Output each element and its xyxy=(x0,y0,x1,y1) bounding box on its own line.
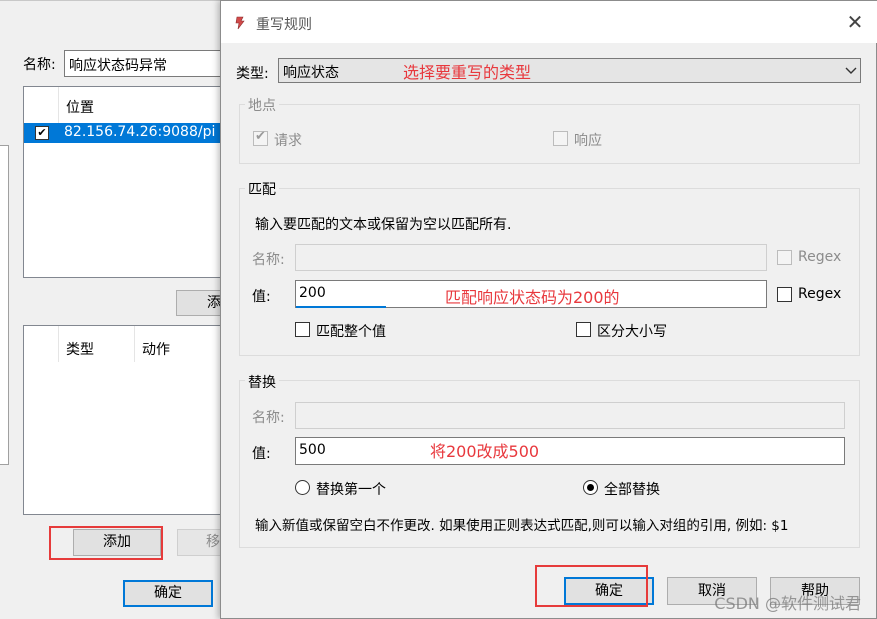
location-list[interactable]: 位置 ✔ 82.156.74.26:9088/pi xyxy=(23,86,233,278)
action-column-header[interactable]: 动作 xyxy=(142,339,170,359)
replace-hint: 输入新值或保留空白不作更改. 如果使用正则表达式匹配,则可以输入对组的引用, 例… xyxy=(255,518,789,534)
replace-all-label: 全部替换 xyxy=(604,482,660,498)
match-value-annotation: 匹配响应状态码为200的 xyxy=(445,288,620,307)
replace-name-input[interactable] xyxy=(295,402,845,429)
replace-value-label: 值: xyxy=(252,446,271,462)
replace-all-radio[interactable] xyxy=(583,480,598,495)
match-name-label: 名称: xyxy=(252,252,285,268)
type-select[interactable]: 响应状态 xyxy=(278,58,861,83)
type-annotation: 选择要重写的类型 xyxy=(403,63,532,82)
actions-list[interactable]: 类型 动作 xyxy=(23,325,233,515)
column-divider xyxy=(134,326,135,362)
match-hint: 输入要匹配的文本或保留为空以匹配所有. xyxy=(255,217,512,233)
highlight-box xyxy=(49,526,163,560)
focus-underline xyxy=(296,306,386,308)
chevron-down-icon xyxy=(845,67,857,74)
match-value-regex-label: Regex xyxy=(798,286,842,302)
rule-name-label: 名称: xyxy=(23,57,56,73)
dialog-titlebar xyxy=(221,1,877,43)
location-column-header[interactable]: 位置 xyxy=(66,97,94,117)
type-column-header[interactable]: 类型 xyxy=(66,339,94,359)
replace-first-radio[interactable] xyxy=(295,480,310,495)
watermark: CSDN @软件测试君 xyxy=(714,594,861,613)
left-pane-edge xyxy=(0,145,9,465)
location-group xyxy=(239,104,860,164)
background-ok-button[interactable]: 确定 xyxy=(123,580,213,607)
replace-value-annotation: 将200改成500 xyxy=(430,442,540,461)
request-checkbox[interactable]: ✔ xyxy=(253,129,268,146)
close-icon[interactable]: ✕ xyxy=(843,11,867,35)
location-row-text: 82.156.74.26:9088/pi xyxy=(64,124,216,140)
replace-group-title: 替换 xyxy=(245,372,279,392)
column-divider xyxy=(58,87,59,123)
replace-name-label: 名称: xyxy=(252,410,285,426)
replace-value-text: 500 xyxy=(299,442,326,458)
case-sensitive-checkbox[interactable] xyxy=(576,322,591,337)
move-action-button[interactable]: 移 xyxy=(177,529,222,556)
replace-first-label: 替换第一个 xyxy=(316,482,386,498)
location-list-header: 位置 xyxy=(24,87,232,123)
whole-value-checkbox[interactable] xyxy=(295,322,310,337)
whole-value-label: 匹配整个值 xyxy=(316,324,386,340)
location-row-checkbox[interactable]: ✔ xyxy=(35,126,49,140)
type-select-value: 响应状态 xyxy=(283,65,339,81)
app-icon xyxy=(235,16,245,30)
location-group-title: 地点 xyxy=(245,95,279,115)
match-group-title: 匹配 xyxy=(245,179,279,199)
column-divider xyxy=(58,326,59,362)
response-checkbox[interactable] xyxy=(553,131,568,146)
dialog-title: 重写规则 xyxy=(256,17,312,33)
match-value-text: 200 xyxy=(299,285,326,301)
match-name-input[interactable] xyxy=(295,244,767,271)
request-label: 请求 xyxy=(274,133,302,149)
location-row[interactable]: ✔ 82.156.74.26:9088/pi xyxy=(24,123,232,143)
match-value-label: 值: xyxy=(252,289,271,305)
case-sensitive-label: 区分大小写 xyxy=(597,324,667,340)
match-name-regex-label: Regex xyxy=(798,249,842,265)
match-value-regex-checkbox[interactable] xyxy=(777,287,792,302)
highlight-box xyxy=(535,565,648,607)
type-label: 类型: xyxy=(236,66,269,82)
replace-value-input[interactable]: 500 xyxy=(295,437,845,465)
rule-name-input[interactable]: 响应状态码异常 xyxy=(64,50,234,77)
response-label: 响应 xyxy=(574,133,602,149)
match-name-regex-checkbox[interactable] xyxy=(777,250,792,265)
